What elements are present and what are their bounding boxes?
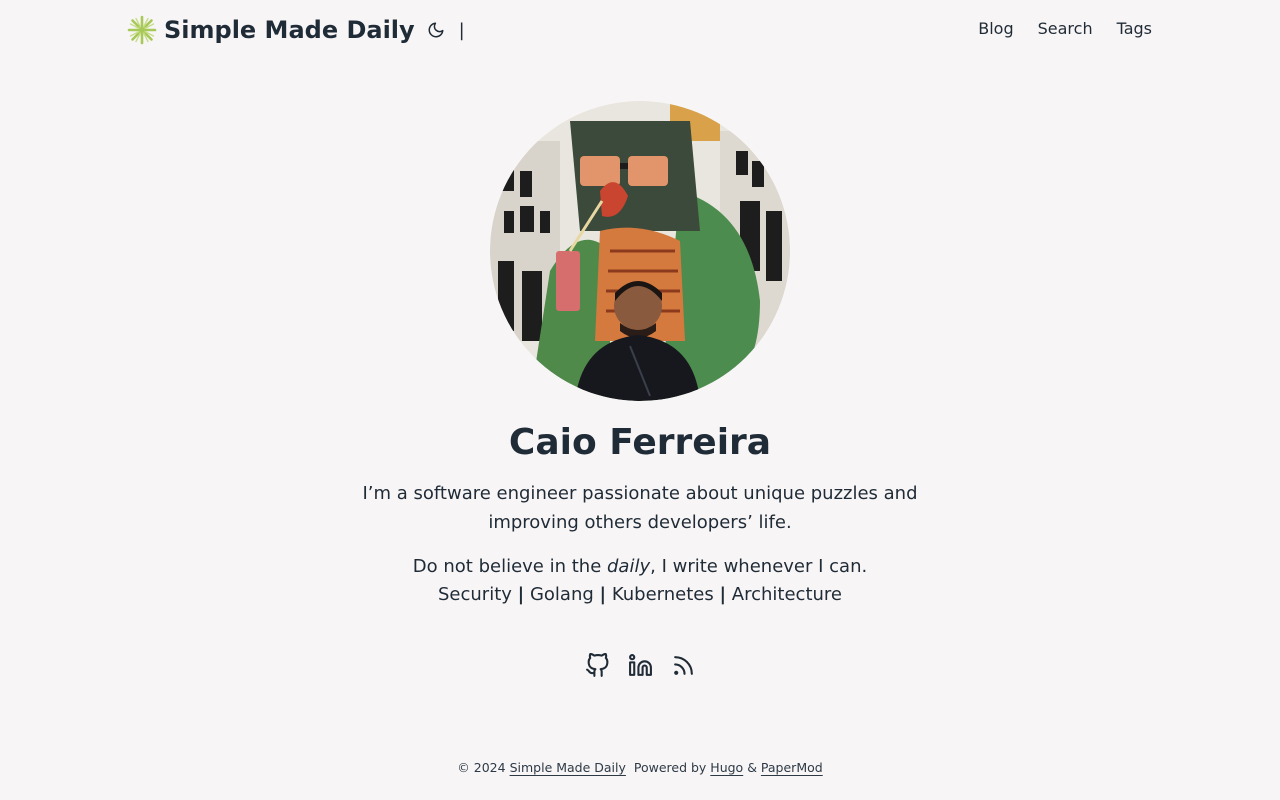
topic-golang: Golang: [529, 584, 594, 605]
footer-site-link[interactable]: Simple Made Daily: [510, 760, 626, 775]
topic-separator: |: [719, 584, 727, 605]
topic-kubernetes: Kubernetes: [611, 584, 714, 605]
profile-avatar: [490, 101, 790, 401]
profile-section: Caio Ferreira I’m a software engineer pa…: [0, 101, 1280, 678]
footer-papermod-link[interactable]: PaperMod: [761, 760, 823, 775]
linkedin-icon[interactable]: [628, 653, 653, 678]
footer-copyright: © 2024: [457, 760, 506, 775]
footer-ampersand: &: [747, 760, 757, 775]
logo: Simple Made Daily |: [126, 14, 465, 46]
profile-subtitle: Do not believe in the daily, I write whe…: [340, 553, 940, 609]
daily-note-emphasis: daily: [607, 556, 651, 577]
main-menu: Blog Search Tags: [978, 19, 1152, 38]
menu-item-tags[interactable]: Tags: [1117, 19, 1152, 38]
sparkle-logo-icon[interactable]: [126, 14, 158, 46]
daily-note-prefix: Do not believe in the: [412, 556, 607, 577]
rss-icon[interactable]: [671, 653, 696, 678]
daily-note: Do not believe in the daily, I write whe…: [340, 553, 940, 581]
daily-note-suffix: , I write whenever I can.: [650, 556, 868, 577]
footer-hugo-link[interactable]: Hugo: [710, 760, 743, 775]
footer-powered-by: Powered by: [633, 760, 707, 775]
github-icon[interactable]: [585, 652, 610, 678]
topics-line: Security | Golang | Kubernetes | Archite…: [340, 581, 940, 609]
header-separator: |: [458, 19, 465, 41]
topic-security: Security: [438, 584, 512, 605]
social-icons: [0, 652, 1280, 678]
topic-architecture: Architecture: [731, 584, 842, 605]
site-footer: © 2024 Simple Made Daily Powered by Hugo…: [0, 760, 1280, 775]
menu-item-blog[interactable]: Blog: [978, 19, 1013, 38]
topic-separator: |: [517, 584, 525, 605]
topic-separator: |: [599, 584, 607, 605]
profile-name: Caio Ferreira: [508, 422, 772, 463]
menu-item-search[interactable]: Search: [1038, 19, 1093, 38]
profile-bio: I’m a software engineer passionate about…: [362, 483, 918, 533]
site-header: Simple Made Daily | Blog Search Tags: [0, 0, 1280, 60]
site-title-link[interactable]: Simple Made Daily: [164, 16, 415, 44]
moon-icon[interactable]: [425, 19, 447, 41]
